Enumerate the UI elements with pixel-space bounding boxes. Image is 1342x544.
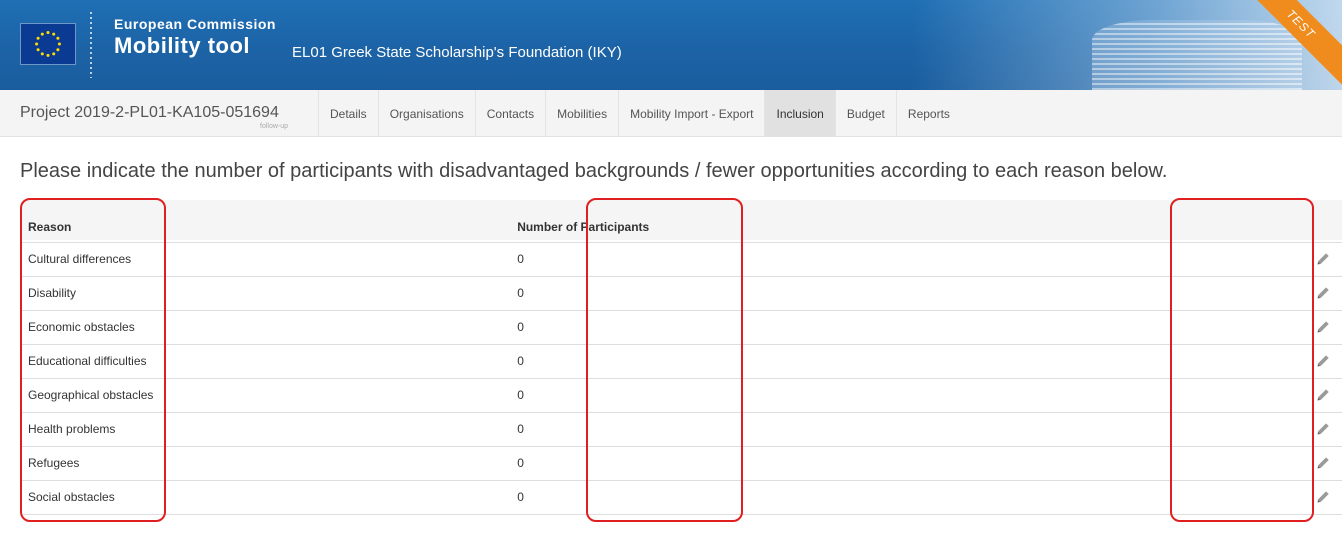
- row-actions-cell: [1010, 378, 1342, 413]
- edit-row-button[interactable]: [1316, 487, 1336, 507]
- header-banner: European Commission Mobility tool EL01 G…: [0, 0, 1342, 90]
- reason-cell: Refugees: [22, 446, 512, 481]
- participants-count-cell: 0: [511, 378, 1010, 413]
- table-row: Social obstacles 0: [22, 480, 1342, 515]
- table-header-row: Reason Number of Participants: [22, 200, 1342, 243]
- reason-cell: Social obstacles: [22, 480, 512, 515]
- project-tabs: Details Organisations Contacts Mobilitie…: [318, 90, 961, 137]
- participants-count-cell: 0: [511, 344, 1010, 379]
- table-row: Health problems 0: [22, 412, 1342, 447]
- row-actions-cell: [1010, 412, 1342, 447]
- row-actions-cell: [1010, 446, 1342, 481]
- tab-organisations[interactable]: Organisations: [377, 90, 475, 137]
- pencil-icon: [1317, 321, 1329, 333]
- project-nav: Project 2019-2-PL01-KA105-051694 follow-…: [0, 90, 1342, 137]
- participants-count-cell: 0: [511, 446, 1010, 481]
- edit-row-button[interactable]: [1316, 317, 1336, 337]
- brand[interactable]: European Commission Mobility tool: [114, 16, 276, 60]
- edit-row-button[interactable]: [1316, 385, 1336, 405]
- edit-row-button[interactable]: [1316, 351, 1336, 371]
- column-header-actions: [1010, 200, 1342, 243]
- pencil-icon: [1317, 491, 1329, 503]
- participants-count-cell: 0: [511, 310, 1010, 345]
- building-image: [1092, 20, 1302, 90]
- project-subtitle: follow-up: [260, 123, 289, 130]
- row-actions-cell: [1010, 344, 1342, 379]
- table-row: Geographical obstacles 0: [22, 378, 1342, 413]
- project-title: Project 2019-2-PL01-KA105-051694: [20, 104, 279, 121]
- brand-app-name: Mobility tool: [114, 33, 251, 58]
- pencil-icon: [1317, 287, 1329, 299]
- inclusion-table-wrap: Reason Number of Participants Cultural d…: [22, 200, 1342, 515]
- participants-count-cell: 0: [511, 242, 1010, 277]
- tab-reports[interactable]: Reports: [895, 90, 961, 137]
- participants-count-cell: 0: [511, 480, 1010, 515]
- reason-cell: Health problems: [22, 412, 512, 447]
- participants-count-cell: 0: [511, 276, 1010, 311]
- row-actions-cell: [1010, 276, 1342, 311]
- brand-commission: European Commission: [114, 16, 276, 32]
- row-actions-cell: [1010, 242, 1342, 277]
- edit-row-button[interactable]: [1316, 283, 1336, 303]
- column-header-participants: Number of Participants: [511, 200, 1010, 243]
- reason-cell: Cultural differences: [22, 242, 512, 277]
- reason-cell: Educational difficulties: [22, 344, 512, 379]
- tab-contacts[interactable]: Contacts: [474, 90, 545, 137]
- pencil-icon: [1317, 457, 1329, 469]
- row-actions-cell: [1010, 310, 1342, 345]
- edit-row-button[interactable]: [1316, 453, 1336, 473]
- column-header-reason: Reason: [22, 200, 512, 243]
- reason-cell: Economic obstacles: [22, 310, 512, 345]
- tab-mobility-import-export[interactable]: Mobility Import - Export: [618, 90, 764, 137]
- tab-mobilities[interactable]: Mobilities: [545, 90, 618, 137]
- eu-flag-logo: [20, 23, 76, 65]
- edit-row-button[interactable]: [1316, 249, 1336, 269]
- row-actions-cell: [1010, 480, 1342, 515]
- organisation-name: EL01 Greek State Scholarship's Foundatio…: [292, 44, 622, 61]
- pencil-icon: [1317, 253, 1329, 265]
- table-row: Economic obstacles 0: [22, 310, 1342, 345]
- tab-inclusion[interactable]: Inclusion: [764, 90, 835, 137]
- inclusion-table: Reason Number of Participants Cultural d…: [22, 200, 1342, 515]
- pencil-icon: [1317, 389, 1329, 401]
- pencil-icon: [1317, 355, 1329, 367]
- header-separator: [90, 12, 92, 78]
- tab-details[interactable]: Details: [318, 90, 378, 137]
- table-row: Refugees 0: [22, 446, 1342, 481]
- table-row: Disability 0: [22, 276, 1342, 311]
- reason-cell: Geographical obstacles: [22, 378, 512, 413]
- edit-row-button[interactable]: [1316, 419, 1336, 439]
- table-row: Educational difficulties 0: [22, 344, 1342, 379]
- tab-budget[interactable]: Budget: [834, 90, 896, 137]
- page-instructions: Please indicate the number of participan…: [20, 160, 1168, 182]
- pencil-icon: [1317, 423, 1329, 435]
- reason-cell: Disability: [22, 276, 512, 311]
- table-row: Cultural differences 0: [22, 242, 1342, 277]
- participants-count-cell: 0: [511, 412, 1010, 447]
